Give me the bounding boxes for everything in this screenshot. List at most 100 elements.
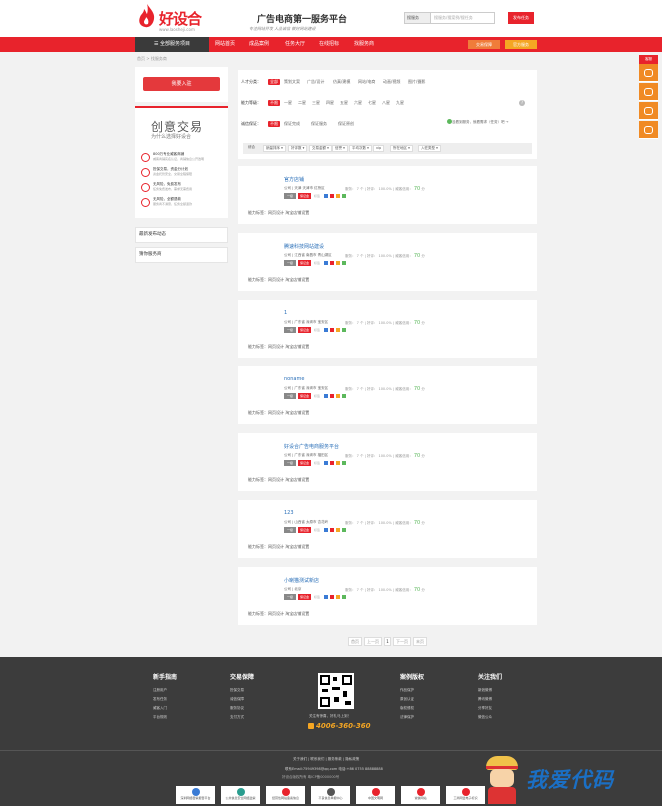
email-verify-icon <box>336 261 340 265</box>
page-last[interactable]: 末页 <box>413 637 427 646</box>
provider-card[interactable]: 1 公司 | 广东省 深圳市 宝安区 服务： 7 个 | 好评： 100.0% | … <box>238 300 537 358</box>
footer-bottom-links[interactable]: 关于我们 | 联系我们 | 服务条款 | 隐私政策 <box>293 757 359 762</box>
filter-option[interactable]: 二星 <box>298 100 306 106</box>
filter-option[interactable]: 图片/摄影 <box>408 79 425 85</box>
filter-option[interactable]: 仿真/建模 <box>333 79 350 85</box>
footer-link[interactable]: 版权侵权 <box>400 706 424 711</box>
provider-card[interactable]: noname 公司 | 广东省 深圳市 宝安区 服务： 7 个 | 好评： 100.… <box>238 366 537 424</box>
search-box[interactable]: 搜服务 搜服务/搜案例/搜任务 <box>404 12 495 24</box>
footer-link[interactable]: 威客入门 <box>153 706 177 711</box>
provider-card[interactable]: 小喇猫测试新店 公司 | 北京 服务： 7 个 | 好评： 100.0% | 威客信… <box>238 567 537 625</box>
filter-option[interactable]: 六星 <box>354 100 362 106</box>
sort-sales[interactable]: 销量排序 ▾ <box>263 145 286 152</box>
float-tab-wechat[interactable] <box>639 102 658 120</box>
nav-home[interactable]: 网站首页 <box>215 37 235 52</box>
search-type-select[interactable]: 搜服务 <box>405 13 431 23</box>
filter-option[interactable]: 动画/视频 <box>383 79 400 85</box>
nav-tasks[interactable]: 任务大厅 <box>285 37 305 52</box>
sort-credit[interactable]: 信誉 ▾ <box>332 145 348 152</box>
page-number[interactable]: 1 <box>384 637 391 646</box>
sort-vip[interactable]: vip <box>373 145 385 152</box>
sort-default[interactable]: 综合 <box>246 145 257 152</box>
guess-providers-box[interactable]: 猜你服务商 <box>135 247 228 263</box>
footer-link[interactable]: 分享好友 <box>478 706 502 711</box>
nav-bidding[interactable]: 在线招标 <box>319 37 339 52</box>
provider-card[interactable]: 123 公司 | 山西省 太原市 杏花岭 服务： 7 个 | 好评： 100.0% … <box>238 500 537 558</box>
all-services-menu[interactable]: ☰ 全部服务项目 <box>135 37 209 52</box>
latest-activity-box[interactable]: 最新发布动态 <box>135 227 228 243</box>
footer-link[interactable]: 法律保护 <box>400 715 424 720</box>
provider-name[interactable]: noname <box>284 376 304 382</box>
page-first[interactable]: 首页 <box>348 637 362 646</box>
filter-option[interactable]: 保证完成 <box>284 121 300 127</box>
nav-providers[interactable]: 找服务商 <box>354 37 374 52</box>
filter-option[interactable]: 保证原创 <box>338 121 354 127</box>
filter-option[interactable]: 九星 <box>396 100 404 106</box>
shop-icon <box>141 153 150 162</box>
help-icon[interactable]: ? <box>519 100 525 106</box>
provider-name[interactable]: 好设合广告电商服务平台 <box>284 443 339 450</box>
nav-cases[interactable]: 成品案例 <box>249 37 269 52</box>
footer-link[interactable]: 担保交易 <box>230 688 254 693</box>
cert-badge[interactable]: 诚信网站 <box>401 786 440 804</box>
provider-name[interactable]: 1 <box>284 310 287 316</box>
trade-guarantee-button[interactable]: 交易保障 <box>468 40 500 49</box>
filter-option[interactable]: 七星 <box>368 100 376 106</box>
provider-card[interactable]: 腾速科技网站建设 公司 | 江西省 南昌市 青山湖区 服务： 7 个 | 好评： 1… <box>238 233 537 291</box>
page-next[interactable]: 下一页 <box>393 637 411 646</box>
provider-card[interactable]: 官方店铺 公司 | 天津 天津市 红桥区 服务： 7 个 | 好评： 100.0% … <box>238 166 537 224</box>
search-input[interactable]: 搜服务/搜案例/搜任务 <box>434 13 473 23</box>
filter-option[interactable]: 不限 <box>268 100 280 106</box>
provider-stats: 服务： 7 个 | 好评： 100.0% | 威客信用： 70 分 <box>345 253 425 259</box>
footer-link[interactable]: 服务协议 <box>230 706 254 711</box>
cert-badge[interactable]: 不良信息举报中心 <box>311 786 350 804</box>
filter-option[interactable]: 保证服务 <box>311 121 327 127</box>
realname-icon <box>342 595 346 599</box>
footer-link[interactable]: 注册用户 <box>153 688 177 693</box>
footer-link[interactable]: 新浪微博 <box>478 688 502 693</box>
filter-option[interactable]: 不限 <box>268 121 280 127</box>
official-service-button[interactable]: 官方服务 <box>505 40 537 49</box>
task-hint-link[interactable]: 没看到服务，就看需求（任务）吧 → <box>447 119 509 125</box>
cert-badge[interactable]: 中国文明网 <box>356 786 395 804</box>
feature-desc: 任务免费发布，需求无需费用 <box>153 187 193 191</box>
sort-count[interactable]: 平均次数 ▾ <box>349 145 372 152</box>
float-tab-edit[interactable] <box>639 64 658 82</box>
filter-option[interactable]: 一星 <box>284 100 292 106</box>
logo[interactable]: 好设合 www.laosheji.com <box>137 3 207 35</box>
float-tab-qq[interactable] <box>639 83 658 101</box>
filter-option[interactable]: 全部 <box>268 79 280 85</box>
footer-link[interactable]: 原创认证 <box>400 697 424 702</box>
float-tab-phone[interactable] <box>639 121 658 139</box>
filter-option[interactable]: 网站/电商 <box>358 79 375 85</box>
footer-link[interactable]: 平台规则 <box>153 715 177 720</box>
footer-link[interactable]: 支付方式 <box>230 715 254 720</box>
join-button[interactable]: 我要入驻 <box>143 77 220 91</box>
footer-link[interactable]: 微信公众 <box>478 715 502 720</box>
cert-badge[interactable]: 经营性网站备案信息 <box>266 786 305 804</box>
all-services-label: 全部服务项目 <box>160 41 191 47</box>
footer-link[interactable]: 诚信保障 <box>230 697 254 702</box>
sort-amount[interactable]: 交易金额 ▾ <box>309 145 332 152</box>
provider-name[interactable]: 腾速科技网站建设 <box>284 243 324 250</box>
footer-link[interactable]: 发布任务 <box>153 697 177 702</box>
provider-name[interactable]: 123 <box>284 510 294 516</box>
filter-option[interactable]: 四星 <box>326 100 334 106</box>
filter-option[interactable]: 五星 <box>340 100 348 106</box>
post-task-button[interactable]: 发布任务 <box>508 12 534 24</box>
sort-rating[interactable]: 好评数 ▾ <box>288 145 308 152</box>
filter-option[interactable]: 八星 <box>382 100 390 106</box>
type-select[interactable]: 入驻类型 ▾ <box>418 145 441 152</box>
page-prev[interactable]: 上一页 <box>364 637 382 646</box>
cert-badge[interactable]: 公共信息安全网络监察 <box>221 786 260 804</box>
cert-badge[interactable]: 深圳网络警察报警平台 <box>176 786 215 804</box>
provider-card[interactable]: 好设合广告电商服务平台 公司 | 广东省 深圳市 福田区 服务： 7 个 | 好评：… <box>238 433 537 491</box>
region-select[interactable]: 所在地区 ▾ <box>390 145 413 152</box>
filter-option[interactable]: 策划文案 <box>284 79 300 85</box>
footer-link[interactable]: 腾讯微博 <box>478 697 502 702</box>
footer-link[interactable]: 作品保护 <box>400 688 424 693</box>
filter-option[interactable]: 三星 <box>312 100 320 106</box>
filter-option[interactable]: 广告/设计 <box>307 79 324 85</box>
provider-name[interactable]: 官方店铺 <box>284 176 304 183</box>
provider-name[interactable]: 小喇猫测试新店 <box>284 577 319 584</box>
